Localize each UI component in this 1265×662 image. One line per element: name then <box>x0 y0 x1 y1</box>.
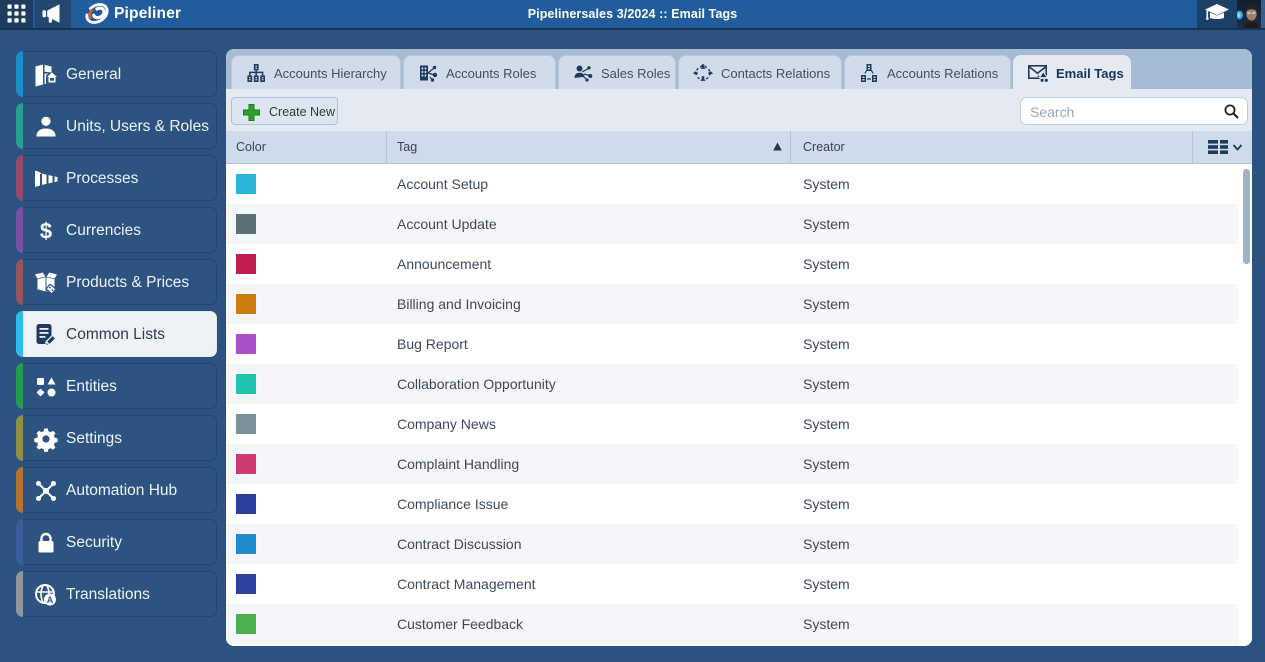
svg-text:A: A <box>47 595 54 605</box>
svg-text:$: $ <box>40 219 52 244</box>
